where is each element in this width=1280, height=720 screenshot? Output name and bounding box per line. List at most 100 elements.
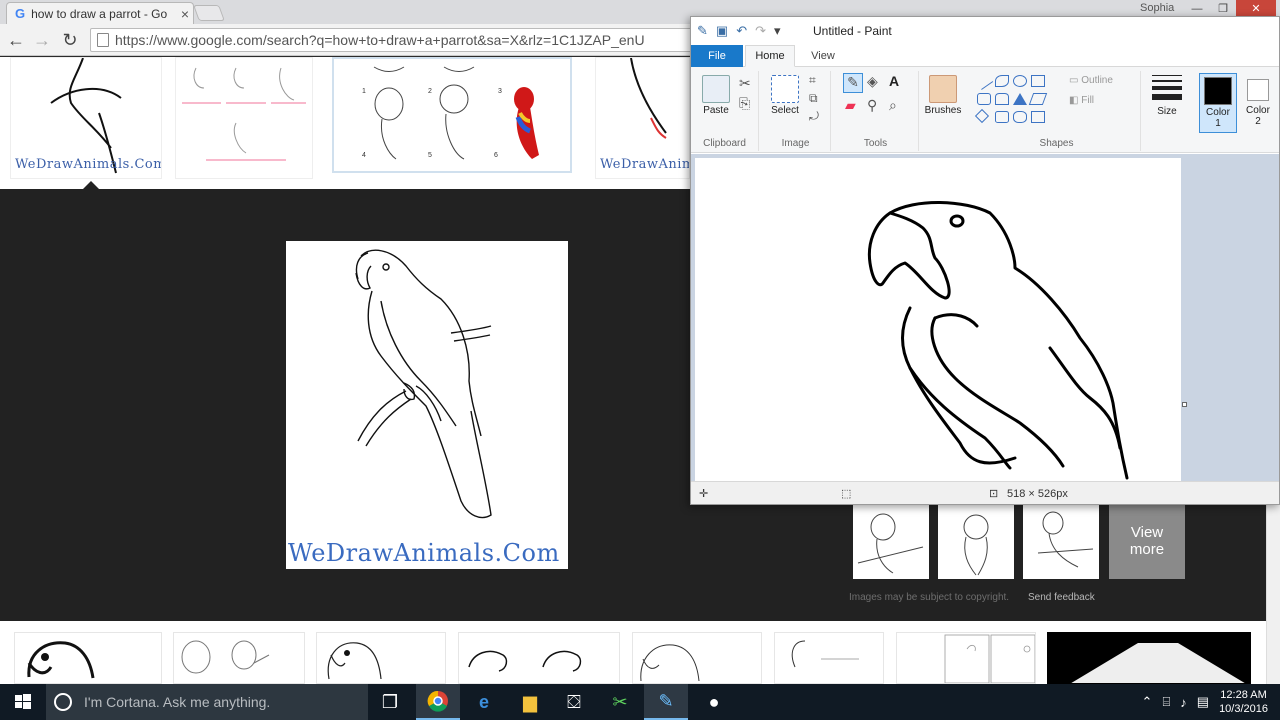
related-thumbnail-2[interactable] [938,505,1014,579]
rectangle-shape[interactable] [1031,75,1045,87]
color1-button[interactable]: Color 1 [1199,73,1237,133]
recorder-icon[interactable]: ● [692,684,736,720]
paint-ribbon-tabs: File Home View [691,45,1279,67]
outline-label: Outline [1081,75,1113,86]
select-icon [771,75,799,103]
eraser-icon[interactable]: ▰ [845,97,856,114]
select-button[interactable]: Select [765,75,805,116]
resize-icon[interactable]: ⧉ [809,91,818,106]
chrome-taskbar-icon[interactable] [416,684,460,720]
show-hidden-icons-icon[interactable]: ⌃ [1142,694,1153,710]
bottom-thumbnail-5[interactable] [632,632,762,684]
size-button[interactable]: Size [1149,75,1185,117]
drawing-canvas[interactable] [695,158,1181,481]
crop-icon[interactable]: ⌗ [809,73,816,88]
color2-number: 2 [1255,116,1261,127]
arrow-shape[interactable] [1031,111,1045,123]
save-icon[interactable]: ▣ [716,23,728,39]
outline-button[interactable]: ▭ Outline [1069,75,1113,86]
fill-label: Fill [1081,95,1095,106]
back-button[interactable]: ← [6,30,26,50]
shapes-label: Shapes [1039,138,1074,149]
tab-view[interactable]: View [799,45,847,67]
thumbnail-steps-grid[interactable] [175,57,313,179]
store-icon[interactable]: ⛋ [552,684,596,720]
customize-qat-icon[interactable]: ▾ [774,23,781,39]
paint-window: ✎ ▣ ↶ ↷ ▾ Untitled - Paint File Home Vie… [690,16,1280,505]
thumbnail-parrot-sketch[interactable]: WeDrawAnimals.Com [10,57,162,179]
pentagon-shape[interactable] [995,111,1009,123]
right-triangle-shape[interactable] [1028,93,1048,105]
new-tab-button[interactable] [193,5,225,21]
bottom-thumbnail-1[interactable] [14,632,162,684]
volume-icon[interactable]: ♪ [1180,695,1187,710]
canvas-resize-handle[interactable] [1182,402,1187,407]
system-tray: ⌃ ⌸ ♪ ▤ 12:28 AM 10/3/2016 [1142,684,1268,720]
chrome-icon [427,690,448,712]
curve-shape[interactable] [995,75,1009,87]
selected-caret [82,181,100,190]
bottom-thumbnail-8[interactable] [1047,632,1251,684]
undo-icon[interactable]: ↶ [736,23,747,39]
line-shape[interactable] [974,72,994,90]
triangle-shape[interactable] [1013,93,1027,105]
brushes-button[interactable]: Brushes [921,75,965,116]
brush-icon [929,75,957,103]
step-number-5: 5 [428,152,432,159]
cut-icon[interactable]: ✂ [739,75,751,92]
related-thumbnail-1[interactable] [853,505,929,579]
file-explorer-icon[interactable]: ▆ [508,684,552,720]
bottom-thumbnail-4[interactable] [458,632,620,684]
fill-button[interactable]: ◧ Fill [1069,95,1094,106]
redo-icon[interactable]: ↷ [755,23,766,39]
network-icon[interactable]: ⌸ [1162,694,1170,710]
profile-name[interactable]: Sophia [1140,2,1174,14]
bottom-thumbnail-3[interactable] [316,632,446,684]
start-button[interactable] [0,684,46,720]
page-icon [97,33,109,47]
related-thumbnail-3[interactable] [1023,505,1099,579]
notifications-icon[interactable]: ▤ [1197,694,1209,710]
rotate-icon[interactable]: ⤾ [809,109,819,124]
bottom-thumbnail-7[interactable] [896,632,1036,684]
bottom-thumbnail-row [0,621,1280,684]
cortana-search-box[interactable]: I'm Cortana. Ask me anything. [46,684,368,720]
address-bar[interactable]: https://www.google.com/search?q=how+to+d… [90,28,710,52]
polygon-shape[interactable] [995,93,1009,105]
tab-close-icon[interactable]: × [177,6,193,22]
tab-google-search[interactable]: G how to draw a parrot - Go × [6,2,194,24]
snipping-tool-icon[interactable]: ✂ [598,684,642,720]
rounded-rect-shape[interactable] [977,93,991,105]
task-view-icon[interactable]: ❐ [368,684,412,720]
steps-grid-image [182,67,306,161]
system-clock[interactable]: 12:28 AM 10/3/2016 [1219,688,1268,716]
color2-swatch [1247,79,1269,101]
oval-shape[interactable] [1013,75,1027,87]
fill-bucket-icon[interactable]: ◈ [867,73,878,90]
image-label: Image [781,138,810,149]
send-feedback-link[interactable]: Send feedback [1028,592,1095,603]
step-number-2: 2 [428,88,432,95]
forward-button[interactable]: → [32,30,52,50]
bottom-thumbnail-6[interactable] [774,632,884,684]
text-tool-icon[interactable]: A [889,73,899,89]
tab-file[interactable]: File [691,45,743,67]
paint-taskbar-icon[interactable]: ✎ [644,684,688,720]
select-label: Select [771,105,799,116]
bottom-thumbnail-2[interactable] [173,632,305,684]
edge-icon[interactable]: e [462,684,506,720]
paste-button[interactable]: Paste [699,75,733,116]
view-more-button[interactable]: View more [1109,505,1185,579]
thumbnail-parrot-feet[interactable]: WeDrawAnimals.Com [595,57,690,179]
magnifier-icon[interactable]: ⌕ [889,97,897,114]
thumbnail-steps-colored[interactable]: 1 2 3 4 5 6 [332,57,572,173]
copy-icon[interactable]: ⎘ [739,95,750,112]
pencil-icon[interactable]: ✎ [843,73,863,93]
tab-home[interactable]: Home [745,45,795,67]
diamond-shape[interactable] [974,108,990,124]
hexagon-shape[interactable] [1013,111,1027,123]
reload-button[interactable]: ↻ [60,30,80,50]
color2-button[interactable]: Color 2 [1241,73,1275,133]
preview-image[interactable]: WeDrawAnimals.Com [286,241,568,569]
color-picker-icon[interactable]: ⚲ [867,97,877,114]
